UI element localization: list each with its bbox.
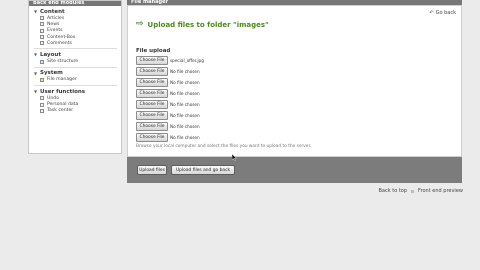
site-structure-icon bbox=[40, 59, 44, 64]
sidebar-item-label: Site structure bbox=[47, 59, 79, 65]
sidebar-item-label: Personal data bbox=[47, 102, 79, 108]
sidebar-item-label: File manager bbox=[47, 77, 77, 83]
sidebar-item-label: Content-Box bbox=[47, 34, 76, 40]
upload-and-go-back-button[interactable]: Upload files and go back bbox=[171, 165, 235, 175]
group-label: Layout bbox=[40, 51, 61, 58]
chevron-down-icon: ▼ bbox=[34, 89, 38, 95]
choose-file-button[interactable]: Choose File bbox=[136, 111, 168, 120]
file-input-row: Choose File No file chosen bbox=[136, 77, 204, 88]
group-system-toggle[interactable]: ▼ System bbox=[34, 70, 121, 77]
group-layout: ▼ Layout Site structure bbox=[29, 49, 121, 68]
task-center-icon bbox=[40, 108, 44, 113]
group-content-toggle[interactable]: ▼ Content bbox=[34, 8, 121, 15]
sidebar-item-label: Undo bbox=[47, 95, 60, 101]
square-icon bbox=[411, 189, 415, 193]
upload-hint: Browse your local computer and select th… bbox=[136, 144, 312, 149]
file-input-row: Choose File special_offer.jpg bbox=[136, 55, 204, 66]
file-manager-icon bbox=[40, 77, 44, 82]
events-icon bbox=[40, 28, 44, 33]
upload-heading-text: Upload files to folder "images" bbox=[147, 20, 269, 29]
undo-icon bbox=[40, 96, 44, 101]
sidebar-item-label: Task center bbox=[47, 108, 74, 114]
main-area: File manager ↶ Go back ⇨ Upload files to… bbox=[127, 0, 462, 183]
upload-panel: ↶ Go back ⇨ Upload files to folder "imag… bbox=[127, 5, 462, 157]
choose-file-button[interactable]: Choose File bbox=[136, 100, 168, 109]
sidebar-item-comments[interactable]: Comments bbox=[34, 40, 121, 46]
choose-file-button[interactable]: Choose File bbox=[136, 78, 168, 87]
sidebar: Back end modules ▼ Content Articles News… bbox=[28, 0, 122, 154]
file-name: No file chosen bbox=[170, 102, 200, 107]
file-name: No file chosen bbox=[170, 135, 200, 140]
group-label: Content bbox=[40, 8, 65, 15]
sidebar-item-file-manager[interactable]: File manager bbox=[34, 77, 121, 83]
sidebar-item-label: Articles bbox=[47, 15, 65, 21]
file-upload-label: File upload bbox=[136, 48, 171, 54]
file-input-row: Choose File No file chosen bbox=[136, 88, 204, 99]
sidebar-item-label: Comments bbox=[47, 40, 72, 46]
chevron-down-icon: ▼ bbox=[34, 70, 38, 76]
file-name: No file chosen bbox=[170, 69, 200, 74]
file-input-row: Choose File No file chosen bbox=[136, 132, 204, 143]
sidebar-item-label: Events bbox=[47, 28, 63, 34]
choose-file-button[interactable]: Choose File bbox=[136, 89, 168, 98]
file-name: special_offer.jpg bbox=[170, 58, 204, 63]
upload-icon: ⇨ bbox=[136, 19, 144, 29]
go-back-link[interactable]: ↶ Go back bbox=[429, 10, 456, 16]
file-name: No file chosen bbox=[170, 124, 200, 129]
articles-icon bbox=[40, 16, 44, 21]
footer-links: Back to top Front end preview bbox=[379, 188, 464, 194]
sidebar-item-task-center[interactable]: Task center bbox=[34, 108, 121, 114]
chevron-down-icon: ▼ bbox=[34, 9, 38, 14]
file-name: No file chosen bbox=[170, 113, 200, 118]
chevron-down-icon: ▼ bbox=[34, 52, 38, 58]
file-input-list: Choose File special_offer.jpg Choose File… bbox=[136, 55, 204, 143]
back-to-top-link[interactable]: Back to top bbox=[379, 188, 408, 194]
choose-file-button[interactable]: Choose File bbox=[136, 122, 168, 131]
choose-file-button[interactable]: Choose File bbox=[136, 56, 168, 65]
go-back-label: Go back bbox=[435, 10, 456, 16]
group-system: ▼ System File manager bbox=[29, 68, 121, 87]
personal-data-icon bbox=[40, 102, 44, 107]
group-layout-toggle[interactable]: ▼ Layout bbox=[34, 51, 121, 58]
file-input-row: Choose File No file chosen bbox=[136, 66, 204, 77]
upload-files-button[interactable]: Upload files bbox=[137, 165, 167, 175]
content-box-icon bbox=[40, 35, 44, 40]
group-label: User functions bbox=[40, 88, 86, 95]
news-icon bbox=[40, 22, 44, 27]
file-name: No file chosen bbox=[170, 91, 200, 96]
front-end-preview-link[interactable]: Front end preview bbox=[418, 188, 463, 194]
file-input-row: Choose File No file chosen bbox=[136, 121, 204, 132]
back-arrow-icon: ↶ bbox=[429, 10, 434, 16]
choose-file-button[interactable]: Choose File bbox=[136, 67, 168, 76]
mouse-pointer-icon bbox=[232, 154, 237, 161]
group-label: System bbox=[40, 70, 63, 77]
file-name: No file chosen bbox=[170, 80, 200, 85]
file-input-row: Choose File No file chosen bbox=[136, 99, 204, 110]
sidebar-item-label: News bbox=[47, 21, 60, 27]
group-content: ▼ Content Articles News Events Content-B… bbox=[29, 6, 121, 50]
group-user-functions: ▼ User functions Undo Personal data Task… bbox=[29, 86, 121, 114]
choose-file-button[interactable]: Choose File bbox=[136, 133, 168, 142]
file-input-row: Choose File No file chosen bbox=[136, 110, 204, 121]
comments-icon bbox=[40, 41, 44, 46]
upload-heading: ⇨ Upload files to folder "images" bbox=[136, 20, 269, 29]
sidebar-item-site-structure[interactable]: Site structure bbox=[34, 58, 121, 64]
group-user-functions-toggle[interactable]: ▼ User functions bbox=[34, 88, 121, 95]
bottom-toolbar: Upload files Upload files and go back bbox=[127, 157, 462, 183]
